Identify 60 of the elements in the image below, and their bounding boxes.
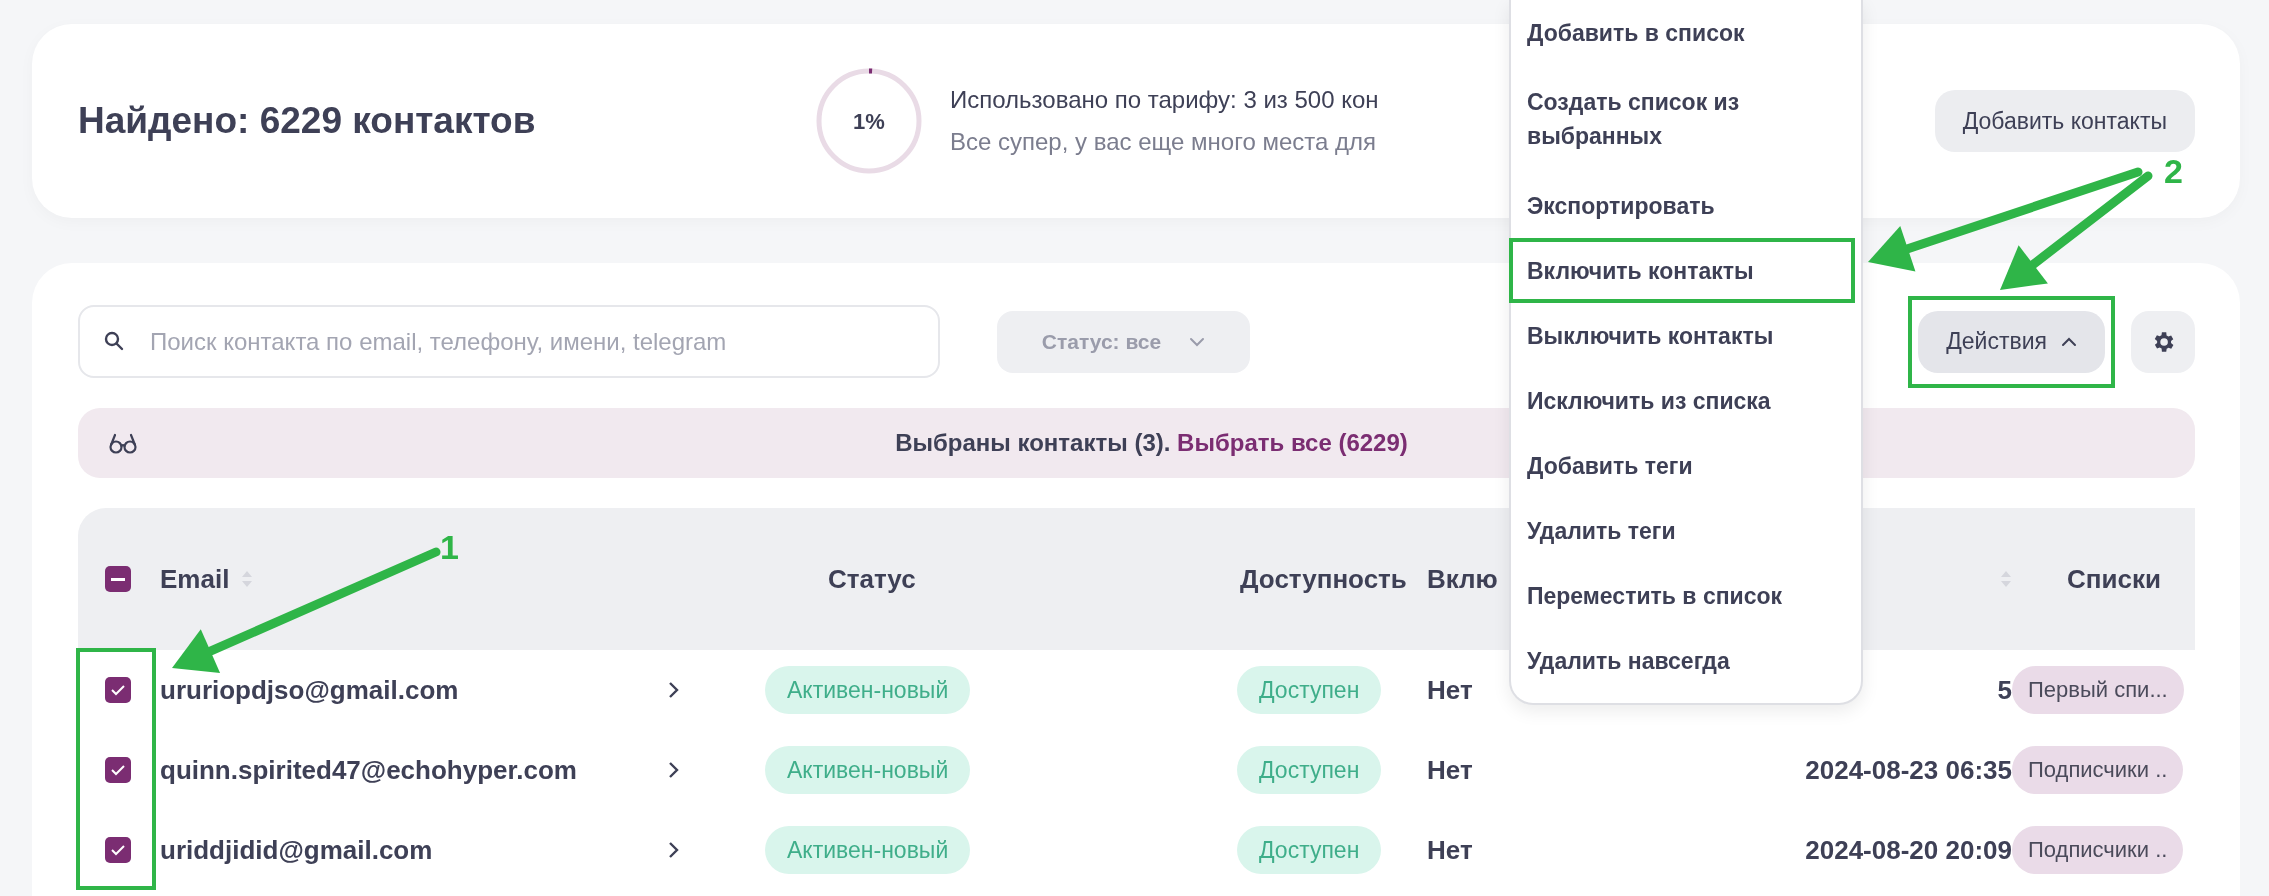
- list-badge: Подписчики ..: [2012, 746, 2184, 794]
- menu-item[interactable]: Добавить в список: [1509, 0, 1855, 65]
- settings-button[interactable]: [2131, 310, 2195, 373]
- minus-icon: [111, 577, 125, 581]
- check-icon: [110, 844, 126, 856]
- date-text: 5: [1996, 674, 2012, 706]
- enabled-text: Нет: [1427, 754, 1474, 786]
- column-header: Email: [160, 563, 230, 595]
- email-text: quinn.spirited47@echohyper.com: [160, 754, 577, 786]
- status-badge: Активен-новый: [765, 746, 971, 794]
- chevron-right-icon[interactable]: [668, 760, 680, 780]
- row-checkbox[interactable]: [105, 677, 131, 703]
- availability-badge: Доступен: [1237, 826, 1382, 874]
- menu-item[interactable]: Добавить теги: [1509, 433, 1855, 498]
- usage-percent: 1%: [853, 109, 885, 134]
- list-badge: Подписчики ..: [2012, 826, 2184, 874]
- usage-hint: Все супер, у вас еще много места для: [950, 128, 1376, 156]
- annotation-number: 2: [2164, 152, 2183, 191]
- column-header: Доступность: [1240, 563, 1407, 595]
- enabled-text: Нет: [1427, 834, 1474, 866]
- chevron-up-icon: [2061, 336, 2077, 347]
- annotation-number: 1: [440, 528, 459, 567]
- menu-item[interactable]: Удалить теги: [1509, 498, 1855, 563]
- enabled-text: Нет: [1427, 674, 1474, 706]
- email-text: ururiopdjso@gmail.com: [160, 674, 459, 706]
- glasses-icon: [108, 432, 138, 454]
- menu-item[interactable]: Исключить из списка: [1509, 368, 1855, 433]
- usage-text: Использовано по тарифу: 3 из 500 кон: [950, 86, 1379, 114]
- check-icon: [110, 684, 126, 696]
- chevron-right-icon[interactable]: [668, 680, 680, 700]
- menu-item[interactable]: Включить контакты: [1509, 238, 1855, 303]
- actions-button[interactable]: Действия: [1918, 310, 2105, 373]
- menu-item[interactable]: Удалить навсегда: [1509, 628, 1855, 693]
- page-title: Найдено: 6229 контактов: [78, 100, 537, 142]
- availability-badge: Доступен: [1237, 746, 1382, 794]
- row-checkbox[interactable]: [105, 837, 131, 863]
- selection-text: Выбраны контакты (3). Выбрать все (6229): [894, 429, 1409, 457]
- select-all-link[interactable]: Выбрать все (6229): [1177, 429, 1408, 456]
- select-all-checkbox[interactable]: [105, 566, 131, 592]
- menu-item[interactable]: Переместить в список: [1509, 563, 1855, 628]
- row-checkbox[interactable]: [105, 757, 131, 783]
- status-badge: Активен-новый: [765, 666, 971, 714]
- chevron-right-icon[interactable]: [668, 840, 680, 860]
- menu-item[interactable]: Выключить контакты: [1509, 303, 1855, 368]
- availability-badge: Доступен: [1237, 666, 1382, 714]
- column-header: Вклю: [1427, 563, 1498, 595]
- check-icon: [110, 764, 126, 776]
- menu-item[interactable]: Создать список из выбранных: [1509, 65, 1855, 173]
- search-field[interactable]: Поиск контакта по email, телефону, имени, telegram: [78, 305, 940, 378]
- menu-item[interactable]: Экспортировать: [1509, 173, 1855, 238]
- list-badge: Первый спи...: [2012, 666, 2184, 714]
- search-icon: [104, 331, 124, 351]
- column-header: Статус: [828, 563, 916, 595]
- email-text: uriddjidid@gmail.com: [160, 834, 433, 866]
- date-text: 2024-08-23 06:35: [1804, 754, 2012, 786]
- chevron-down-icon: [1189, 336, 1206, 347]
- status-badge: Активен-новый: [765, 826, 971, 874]
- column-header: Списки: [2067, 563, 2161, 595]
- add-contacts-button[interactable]: Добавить контакты: [1934, 90, 2195, 152]
- date-text: 2024-08-20 20:09: [1804, 834, 2012, 866]
